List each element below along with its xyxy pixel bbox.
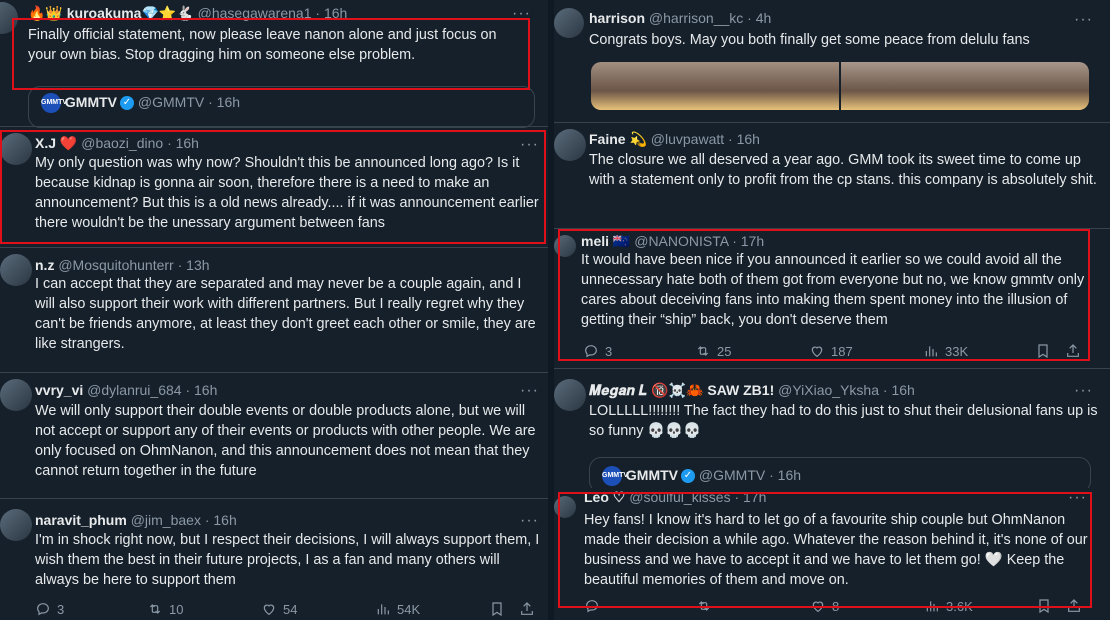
tweet-header: naravit_phum @jim_baex · 16h — [35, 511, 237, 529]
highlight-box — [12, 18, 530, 90]
author-handle[interactable]: @jim_baex — [131, 512, 201, 528]
tweet-nz[interactable]: n.z @Mosquitohunterr · 13h I can accept … — [0, 248, 548, 370]
tweet-text: The closure we all deserved a year ago. … — [589, 152, 1097, 188]
quote-author-name: GMMTV — [64, 94, 117, 110]
avatar[interactable] — [0, 379, 32, 411]
share-icon — [519, 601, 535, 617]
author-name[interactable]: 𝑴𝒆𝒈𝒂𝒏 𝑳 🔞☠️🦀 SAW ZB1! — [589, 382, 774, 398]
more-icon[interactable]: ··· — [1074, 383, 1093, 399]
tweet-text: I'm in shock right now, but I respect th… — [35, 532, 540, 588]
tweet-header: 𝑴𝒆𝒈𝒂𝒏 𝑳 🔞☠️🦀 SAW ZB1! @YiXiao_Yksha · 16… — [589, 381, 915, 399]
share-button[interactable] — [519, 601, 535, 617]
tweet-time[interactable]: · 16h — [185, 382, 217, 398]
tweet-text: I can accept that they are separated and… — [35, 276, 536, 352]
like-icon — [261, 601, 277, 617]
tweet-time[interactable]: · 4h — [747, 10, 771, 26]
tweet-header: harrison @harrison__kc · 4h — [589, 9, 771, 27]
quote-header: GMMTV GMMTV ✓ @GMMTV · 16h — [602, 466, 802, 487]
like-count: 54 — [283, 601, 298, 617]
author-name[interactable]: Faine 💫 — [589, 131, 647, 147]
quote-time: · 16h — [769, 467, 802, 483]
more-icon[interactable]: ··· — [520, 383, 539, 399]
gmmtv-logo-icon: GMMTV — [41, 93, 67, 114]
tweet-vvry-vi[interactable]: vvry_vi @dylanrui_684 · 16h ··· We will … — [0, 373, 548, 491]
reply-icon — [35, 601, 51, 617]
quote-header: GMMTV GMMTV ✓ @GMMTV · 16h — [41, 93, 241, 114]
author-name[interactable]: vvry_vi — [35, 382, 83, 398]
tweet-header: Faine 💫 @luvpawatt · 16h — [589, 130, 760, 148]
tweet-header: n.z @Mosquitohunterr · 13h — [35, 256, 210, 274]
tweet-text: Congrats boys. May you both finally get … — [589, 32, 1030, 48]
quote-time: · 16h — [208, 94, 241, 110]
tweet-header: vvry_vi @dylanrui_684 · 16h — [35, 381, 217, 399]
tweet-text: We will only support their double events… — [35, 403, 536, 479]
tweet-time[interactable]: · 16h — [883, 382, 915, 398]
avatar[interactable] — [0, 254, 32, 286]
repost-count: 10 — [169, 601, 184, 617]
attached-image[interactable] — [591, 62, 839, 110]
repost-button[interactable]: 10 — [147, 601, 183, 617]
tweet-time[interactable]: · 16h — [728, 131, 760, 147]
reply-button[interactable]: 3 — [35, 601, 64, 617]
author-handle[interactable]: @luvpawatt — [651, 131, 724, 147]
tweet-text: LOLLLLL!!!!!!!! The fact they had to do … — [589, 403, 1098, 439]
attached-image[interactable] — [841, 62, 1089, 110]
repost-icon — [147, 601, 163, 617]
tweet-harrison[interactable]: harrison @harrison__kc · 4h ··· Congrats… — [554, 0, 1110, 122]
gmmtv-logo-icon: GMMTV — [602, 466, 628, 487]
avatar[interactable] — [554, 8, 584, 38]
quoted-tweet[interactable]: GMMTV GMMTV ✓ @GMMTV · 16h — [28, 86, 535, 128]
highlight-box — [558, 492, 1092, 608]
tweet-faine[interactable]: Faine 💫 @luvpawatt · 16h The closure we … — [554, 123, 1110, 227]
like-button[interactable]: 54 — [261, 601, 297, 617]
more-icon[interactable]: ··· — [1074, 12, 1093, 28]
tweet-time[interactable]: · 13h — [178, 257, 210, 273]
verified-icon: ✓ — [681, 469, 695, 484]
verified-icon: ✓ — [120, 96, 134, 111]
views-icon — [375, 601, 391, 617]
bookmark-icon — [489, 601, 505, 617]
highlight-box — [0, 130, 546, 244]
quote-author-handle: @GMMTV — [698, 467, 766, 483]
author-name[interactable]: naravit_phum — [35, 512, 127, 528]
views-button[interactable]: 54K — [375, 601, 420, 617]
avatar[interactable] — [554, 129, 586, 161]
quote-author-name: GMMTV — [625, 467, 678, 483]
author-handle[interactable]: @dylanrui_684 — [87, 382, 181, 398]
author-handle[interactable]: @harrison__kc — [649, 10, 743, 26]
avatar[interactable] — [0, 509, 32, 541]
quote-author-handle: @GMMTV — [137, 94, 205, 110]
reply-count: 3 — [57, 601, 65, 617]
more-icon[interactable]: ··· — [520, 513, 539, 529]
highlight-box — [558, 229, 1090, 361]
author-handle[interactable]: @YiXiao_Yksha — [778, 382, 879, 398]
tweet-time[interactable]: · 16h — [205, 512, 237, 528]
tweet-actions: 3 10 54 54K — [35, 601, 540, 619]
bookmark-button[interactable] — [489, 601, 505, 617]
author-name[interactable]: harrison — [589, 10, 645, 26]
author-name[interactable]: n.z — [35, 257, 54, 273]
avatar[interactable] — [554, 379, 586, 411]
tweet-naravit-phum[interactable]: naravit_phum @jim_baex · 16h ··· I'm in … — [0, 499, 548, 620]
author-handle[interactable]: @Mosquitohunterr — [58, 257, 173, 273]
views-count: 54K — [397, 601, 421, 617]
tweet-megan-l[interactable]: 𝑴𝒆𝒈𝒂𝒏 𝑳 🔞☠️🦀 SAW ZB1! @YiXiao_Yksha · 16… — [554, 369, 1110, 493]
